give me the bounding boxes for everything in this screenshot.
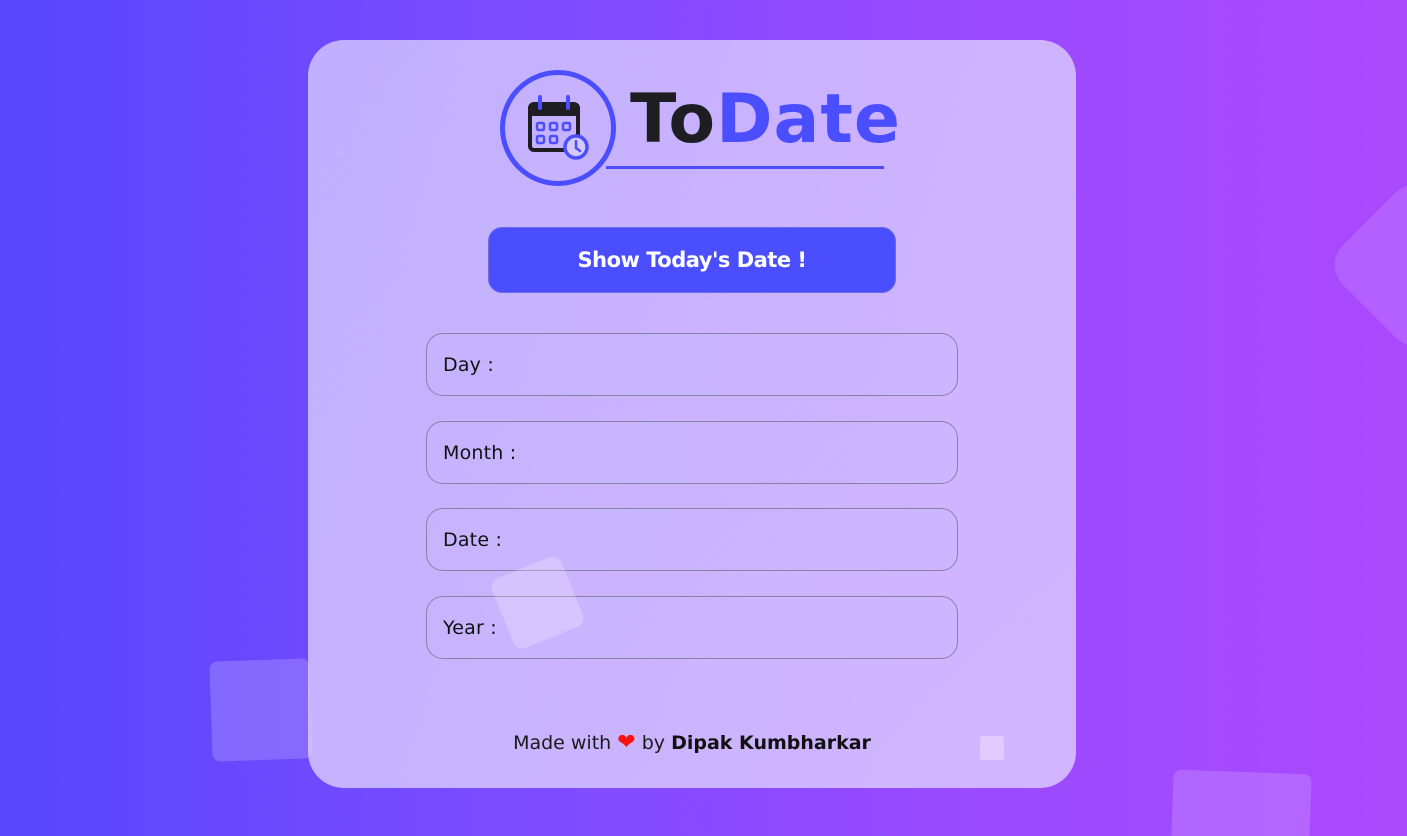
calendar-clock-icon [528,95,589,160]
date-field: Date : [426,508,958,571]
footer-middle: by [641,732,666,754]
date-label: Date : [443,528,503,551]
background-square [209,658,313,762]
background-square [1170,769,1312,836]
month-label: Month : [443,441,517,464]
date-card: ToDate Show Today's Date ! Day : Month :… [308,40,1076,788]
footer-credit: Made with ❤ by Dipak Kumbharkar [308,730,1076,755]
logo-underline [606,166,884,169]
day-field: Day : [426,333,958,396]
app-title-part1: To [630,80,717,159]
app-logo: ToDate [500,70,900,190]
app-title: ToDate [630,78,901,162]
background-square [1323,173,1407,357]
author-name: Dipak Kumbharkar [671,732,871,754]
heart-icon: ❤ [617,730,636,755]
app-title-part2: Date [716,80,902,159]
month-field: Month : [426,421,958,484]
show-date-button[interactable]: Show Today's Date ! [488,227,896,293]
background-square [980,736,1004,760]
year-label: Year : [443,616,497,639]
footer-prefix: Made with [513,732,612,754]
day-label: Day : [443,353,494,376]
